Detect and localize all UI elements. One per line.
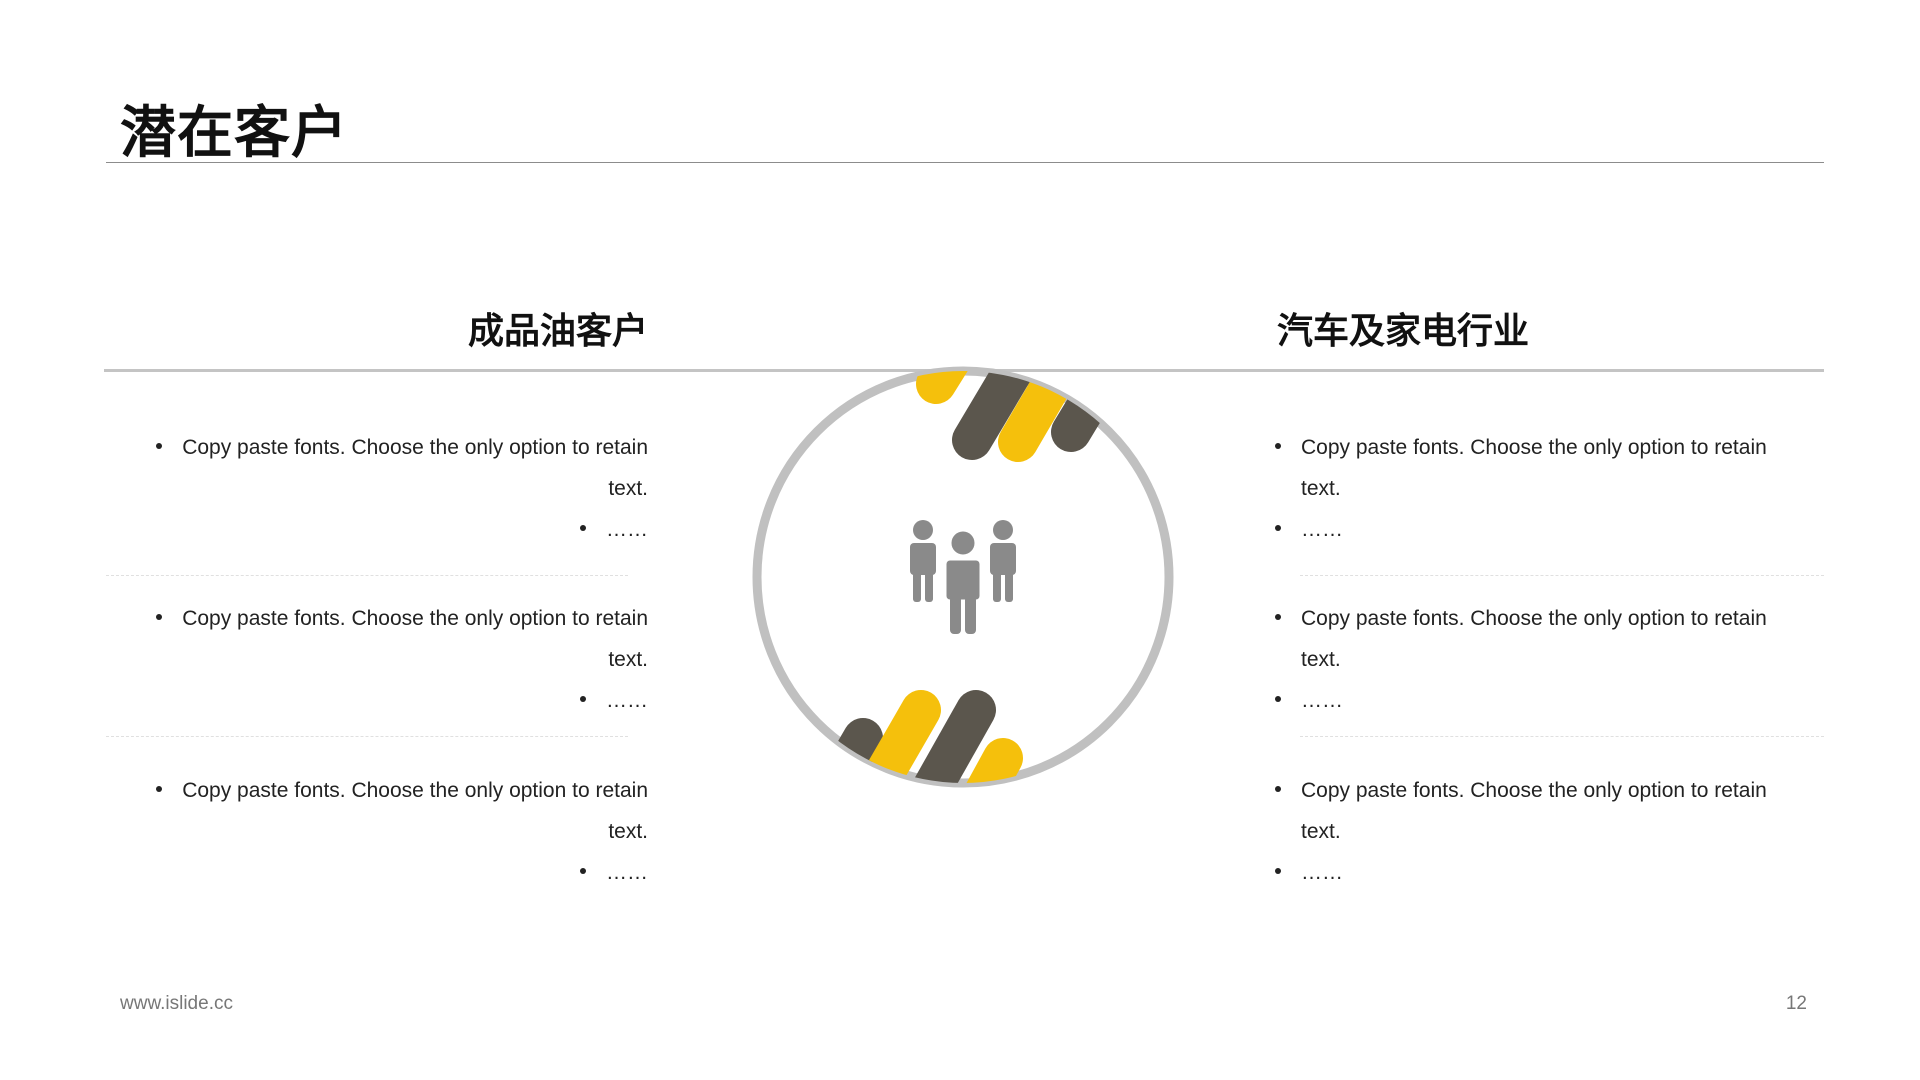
item-text-continued: text. — [1301, 820, 1341, 843]
slide-title: 潜在客户 — [120, 101, 348, 166]
right-heading: 汽车及家电行业 — [1277, 311, 1530, 352]
item-text: Copy paste fonts. Choose the only option… — [1301, 436, 1767, 459]
bullet-icon — [1275, 614, 1281, 621]
right-item-3: Copy paste fonts. Choose the only option… — [1275, 770, 1815, 893]
right-item-1: Copy paste fonts. Choose the only option… — [1275, 427, 1815, 550]
item-text: Copy paste fonts. Choose the only option… — [1301, 779, 1767, 802]
bullet-icon — [1275, 696, 1281, 703]
item-sub: …… — [606, 861, 648, 884]
bullet-icon — [156, 786, 163, 793]
bullet-icon — [1275, 868, 1281, 875]
bullet-icon — [580, 868, 586, 875]
item-text-continued: text. — [608, 820, 648, 843]
bullet-icon — [156, 614, 163, 621]
item-text: Copy paste fonts. Choose the only option… — [182, 436, 648, 459]
title-divider — [106, 162, 1824, 163]
bullet-icon — [580, 525, 586, 532]
right-separator-2 — [1300, 736, 1824, 737]
bullet-icon — [1275, 443, 1281, 450]
item-sub: …… — [1301, 689, 1343, 712]
left-heading: 成品油客户 — [467, 311, 648, 352]
bullet-icon — [1275, 525, 1281, 532]
item-text-continued: text. — [1301, 648, 1341, 671]
item-sub: …… — [606, 689, 648, 712]
left-separator-2 — [106, 736, 628, 737]
bullet-icon — [1275, 786, 1281, 793]
footer-url: www.islide.cc — [120, 993, 233, 1014]
item-text-continued: text. — [608, 648, 648, 671]
center-graphic — [752, 366, 1174, 788]
left-separator-1 — [106, 575, 628, 576]
bullet-icon — [156, 443, 163, 450]
bullet-icon — [580, 696, 586, 703]
item-text: Copy paste fonts. Choose the only option… — [1301, 607, 1767, 630]
item-text-continued: text. — [608, 477, 648, 500]
item-sub: …… — [1301, 861, 1343, 884]
item-text: Copy paste fonts. Choose the only option… — [182, 607, 648, 630]
left-item-3: Copy paste fonts. Choose the only option… — [108, 770, 648, 893]
item-sub: …… — [1301, 518, 1343, 541]
item-text: Copy paste fonts. Choose the only option… — [182, 779, 648, 802]
left-item-1: Copy paste fonts. Choose the only option… — [108, 427, 648, 550]
item-text-continued: text. — [1301, 477, 1341, 500]
right-separator-1 — [1300, 575, 1824, 576]
page-number: 12 — [1785, 993, 1807, 1014]
right-item-2: Copy paste fonts. Choose the only option… — [1275, 598, 1815, 721]
stripe-yellow — [960, 738, 1023, 783]
item-sub: …… — [606, 518, 648, 541]
left-item-2: Copy paste fonts. Choose the only option… — [108, 598, 648, 721]
